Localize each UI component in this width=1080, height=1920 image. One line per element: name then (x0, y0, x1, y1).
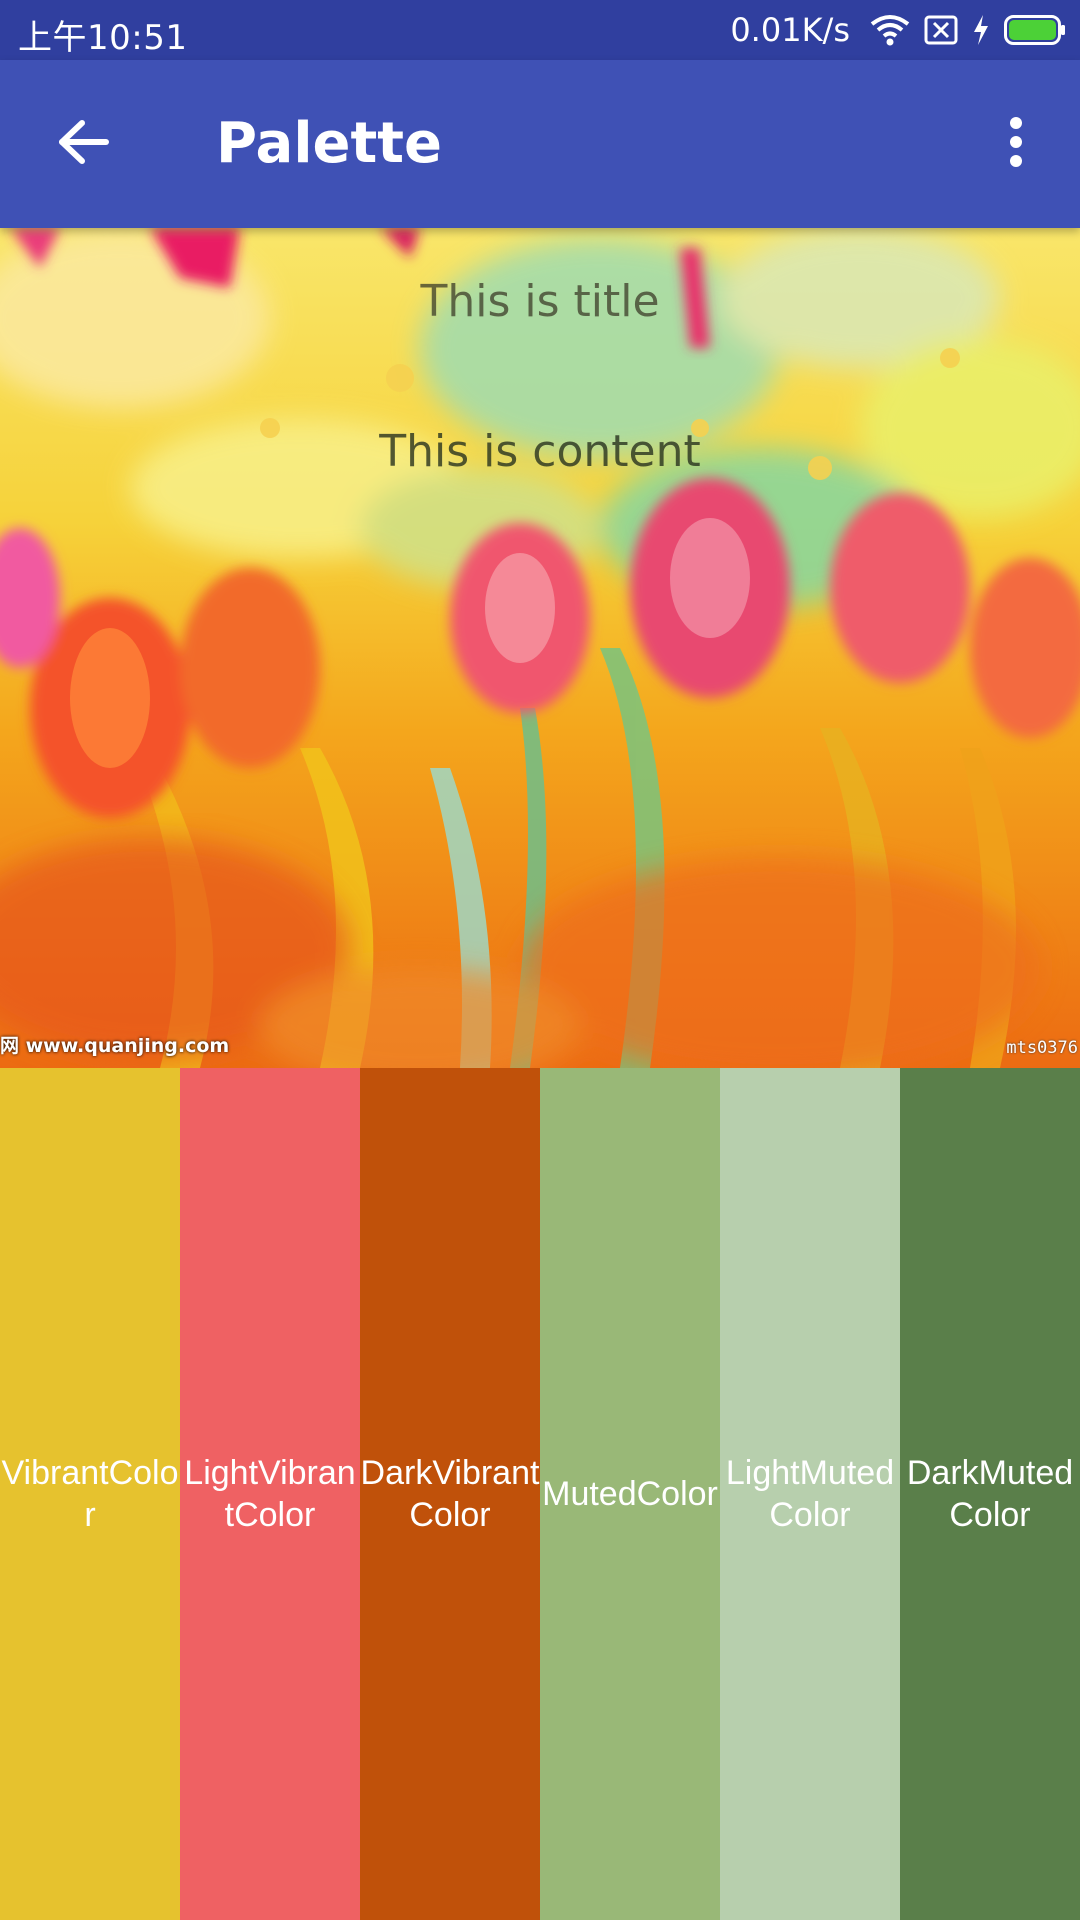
overflow-menu-button[interactable] (976, 104, 1056, 184)
swatch-label: VibrantColor (1, 1454, 179, 1534)
swatch-dark-vibrant: DarkVibrantColor (360, 1068, 540, 1920)
more-vert-icon (1008, 116, 1024, 172)
no-sim-icon (924, 14, 958, 46)
swatch-dark-muted: DarkMutedColor (900, 1068, 1080, 1920)
screen: 上午10:51 0.01K/s Palette This is title Th… (0, 0, 1080, 1920)
network-speed: 0.01K/s (730, 11, 850, 49)
swatch-vibrant: VibrantColor (0, 1068, 180, 1920)
swatch-label: DarkVibrantColor (360, 1454, 540, 1534)
palette-swatches: VibrantColor LightVibrantColor DarkVibra… (0, 1068, 1080, 1920)
swatch-label: LightMutedColor (725, 1454, 895, 1534)
arrow-left-icon (58, 119, 110, 169)
status-time: 上午10:51 (18, 18, 188, 58)
page-title: Palette (216, 111, 443, 176)
wifi-icon (870, 14, 910, 46)
swatch-muted: MutedColor (540, 1068, 720, 1920)
status-icons: 0.01K/s (730, 8, 1066, 52)
battery-icon (1004, 15, 1066, 45)
hero-content: This is content (379, 426, 701, 477)
status-bar: 上午10:51 0.01K/s (0, 0, 1080, 60)
swatch-label: LightVibrantColor (184, 1454, 356, 1534)
charging-icon (972, 14, 990, 46)
tulip-photo (0, 228, 1080, 1068)
hero-image: This is title This is content 网 www.quan… (0, 228, 1080, 1068)
swatch-label: MutedColor (542, 1475, 718, 1513)
app-bar: Palette (0, 60, 1080, 228)
swatch-light-muted: LightMutedColor (720, 1068, 900, 1920)
swatch-label: DarkMutedColor (906, 1454, 1074, 1534)
swatch-light-vibrant: LightVibrantColor (180, 1068, 360, 1920)
watermark-right: mts0376 (1006, 1038, 1078, 1058)
hero-title: This is title (420, 276, 660, 327)
back-button[interactable] (44, 104, 124, 184)
watermark-left: 网 www.quanjing.com (0, 1035, 230, 1057)
